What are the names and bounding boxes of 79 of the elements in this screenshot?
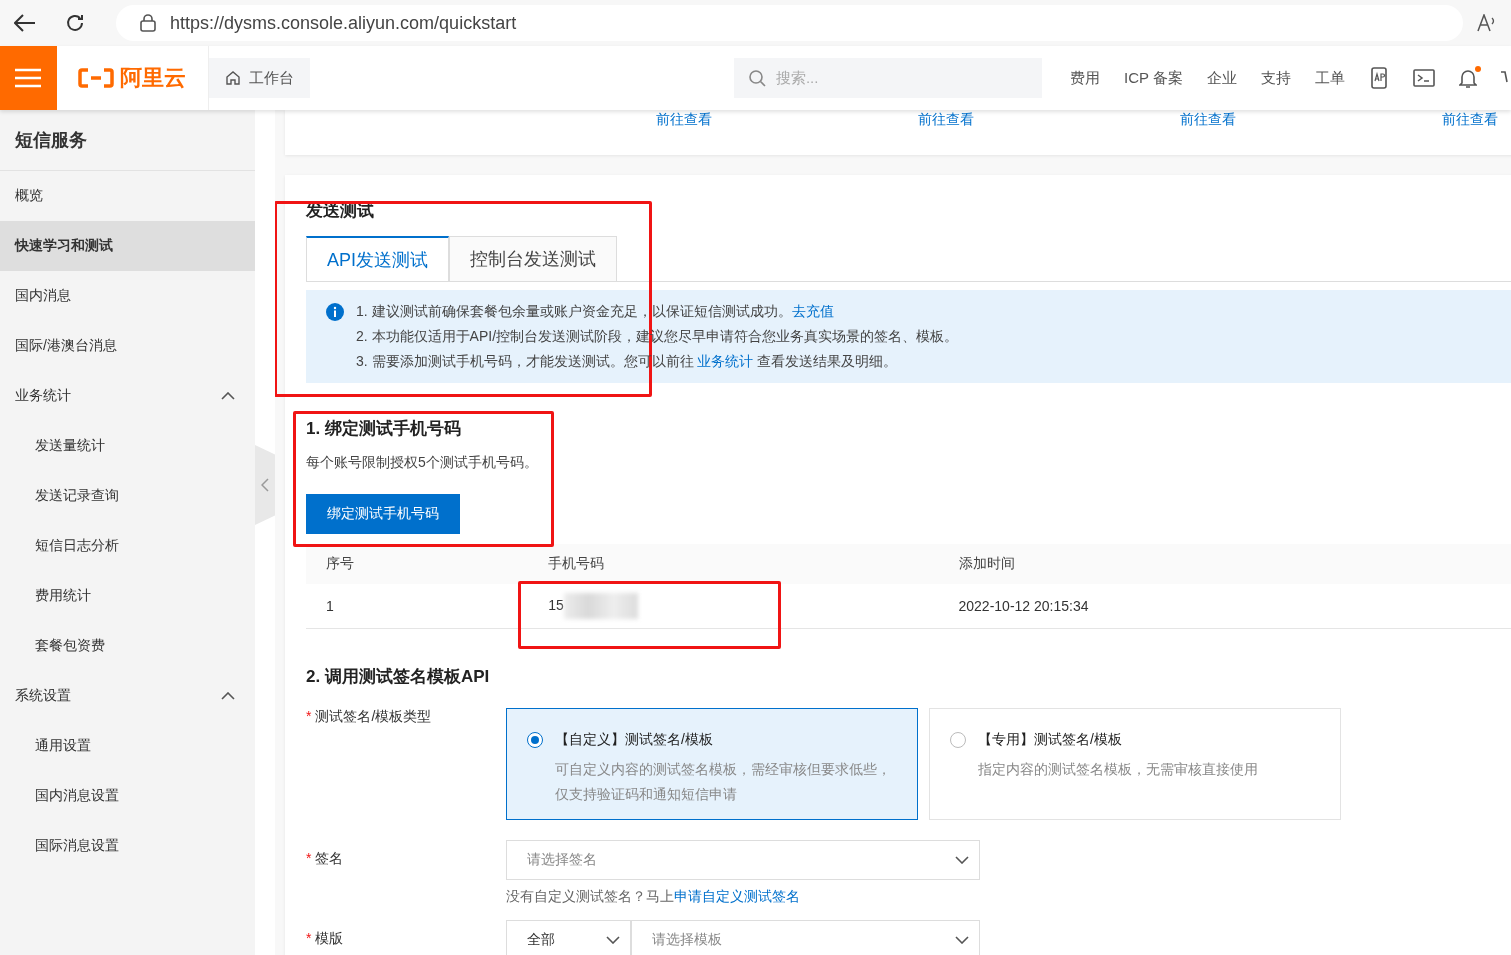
- template-select[interactable]: 请选择模板: [631, 920, 980, 955]
- menu-button[interactable]: [0, 46, 57, 110]
- lock-icon: [140, 14, 156, 32]
- address-bar[interactable]: https://dysms.console.aliyun.com/quickstart: [116, 5, 1463, 41]
- field-label: 测试签名/模板类型: [315, 708, 432, 724]
- link[interactable]: 去充值: [791, 303, 834, 319]
- option-title: 【自定义】测试签名/模板: [555, 731, 714, 749]
- required-mark: *: [306, 930, 312, 946]
- chevron-down-icon: [606, 936, 620, 944]
- view-link[interactable]: 前往查看: [450, 110, 712, 155]
- sidebar-item[interactable]: 概览: [0, 171, 255, 221]
- link[interactable]: 申请自定义测试签名: [674, 888, 800, 904]
- sidebar-item[interactable]: 快速学习和测试: [0, 221, 255, 271]
- column-header: 添加时间: [938, 544, 1511, 584]
- option-description: 可自定义内容的测试签名模板，需经审核但要求低些，仅支持验证码和通知短信申请: [555, 760, 892, 804]
- option-description: 指定内容的测试签名模板，无需审核直接使用: [978, 760, 1259, 779]
- bind-phone-button[interactable]: 绑定测试手机号码: [306, 494, 460, 534]
- view-link[interactable]: 前往查看: [1236, 110, 1498, 155]
- sidebar-item[interactable]: 国内消息设置: [0, 771, 255, 821]
- sidebar-item[interactable]: 费用统计: [0, 571, 255, 621]
- sidebar-item[interactable]: 发送记录查询: [0, 471, 255, 521]
- reload-icon[interactable]: [65, 13, 85, 33]
- step-description: 每个账号限制授权5个测试手机号码。: [306, 454, 539, 472]
- sidebar-item[interactable]: 短信日志分析: [0, 521, 255, 571]
- notice-text: 1. 建议测试前确保套餐包余量或账户资金充足，以保证短信测试成功。去充值: [356, 302, 835, 321]
- terminal-icon[interactable]: [1413, 69, 1435, 87]
- required-mark: *: [306, 850, 312, 866]
- column-header: 序号: [306, 544, 529, 584]
- info-icon: [326, 303, 344, 321]
- column-header: 手机号码: [528, 544, 939, 584]
- required-mark: *: [306, 708, 312, 724]
- radio-button[interactable]: [950, 732, 966, 748]
- sidebar-item[interactable]: 国际/港澳台消息: [0, 321, 255, 371]
- read-aloud-icon[interactable]: [1477, 14, 1497, 32]
- menu-icon: [15, 68, 42, 88]
- option-card[interactable]: 【自定义】测试签名/模板 可自定义内容的测试签名模板，需经审核但要求低些，仅支持验证码和通知短信申请: [506, 708, 918, 820]
- signature-select[interactable]: 请选择签名: [506, 840, 980, 880]
- sidebar-item[interactable]: 业务统计: [0, 371, 255, 421]
- category-select[interactable]: 全部: [506, 920, 631, 955]
- tab[interactable]: API发送测试: [306, 236, 449, 281]
- nav-link[interactable]: 工单: [1315, 68, 1345, 88]
- radio-button[interactable]: [527, 732, 543, 748]
- option-title: 【专用】测试签名/模板: [978, 731, 1123, 749]
- nav-link[interactable]: 费用: [1070, 68, 1101, 88]
- help-text: 没有自定义测试签名？马上申请自定义测试签名: [506, 888, 801, 906]
- view-link[interactable]: 前往查看: [974, 110, 1236, 155]
- logo-text: 阿里云: [120, 64, 187, 92]
- url-text: https://dysms.console.aliyun.com/quickstart: [170, 12, 517, 34]
- sidebar-item[interactable]: 系统设置: [0, 671, 255, 721]
- chevron-down-icon: [955, 856, 969, 864]
- option-card[interactable]: 【专用】测试签名/模板 指定内容的测试签名模板，无需审核直接使用: [929, 708, 1341, 820]
- back-icon[interactable]: [14, 14, 36, 32]
- sidebar-item[interactable]: 国际消息设置: [0, 821, 255, 871]
- home-icon: [224, 70, 241, 86]
- sidebar-title: 短信服务: [0, 110, 255, 171]
- sidebar-item[interactable]: 通用设置: [0, 721, 255, 771]
- search-icon: [747, 69, 766, 87]
- chevron-up-icon: [221, 692, 235, 700]
- phone-app-icon[interactable]: [1369, 67, 1389, 89]
- table-cell: 2022-10-12 20:15:34: [938, 584, 1511, 629]
- sidebar-item[interactable]: 套餐包资费: [0, 621, 255, 671]
- chevron-up-icon: [221, 392, 235, 400]
- sidebar-item[interactable]: 国内消息: [0, 271, 255, 321]
- table-cell: 15: [548, 596, 564, 613]
- table-cell: 1: [306, 584, 529, 629]
- field-label: 模版: [315, 930, 344, 946]
- step-title: 1. 绑定测试手机号码: [306, 418, 462, 440]
- link[interactable]: 业务统计: [697, 353, 754, 369]
- sidebar-item[interactable]: 发送量统计: [0, 421, 255, 471]
- nav-link[interactable]: 企业: [1207, 68, 1237, 88]
- tab[interactable]: 控制台发送测试: [449, 236, 617, 281]
- chevron-down-icon: [955, 936, 969, 944]
- view-link[interactable]: 前往查看: [712, 110, 974, 155]
- step-title: 2. 调用测试签名模板API: [306, 666, 491, 688]
- logo-icon: [78, 68, 115, 88]
- nav-link[interactable]: 支持: [1261, 68, 1291, 88]
- workbench-button[interactable]: 工作台: [208, 58, 310, 98]
- field-label: 签名: [315, 850, 344, 866]
- nav-link[interactable]: ICP 备案: [1124, 68, 1183, 88]
